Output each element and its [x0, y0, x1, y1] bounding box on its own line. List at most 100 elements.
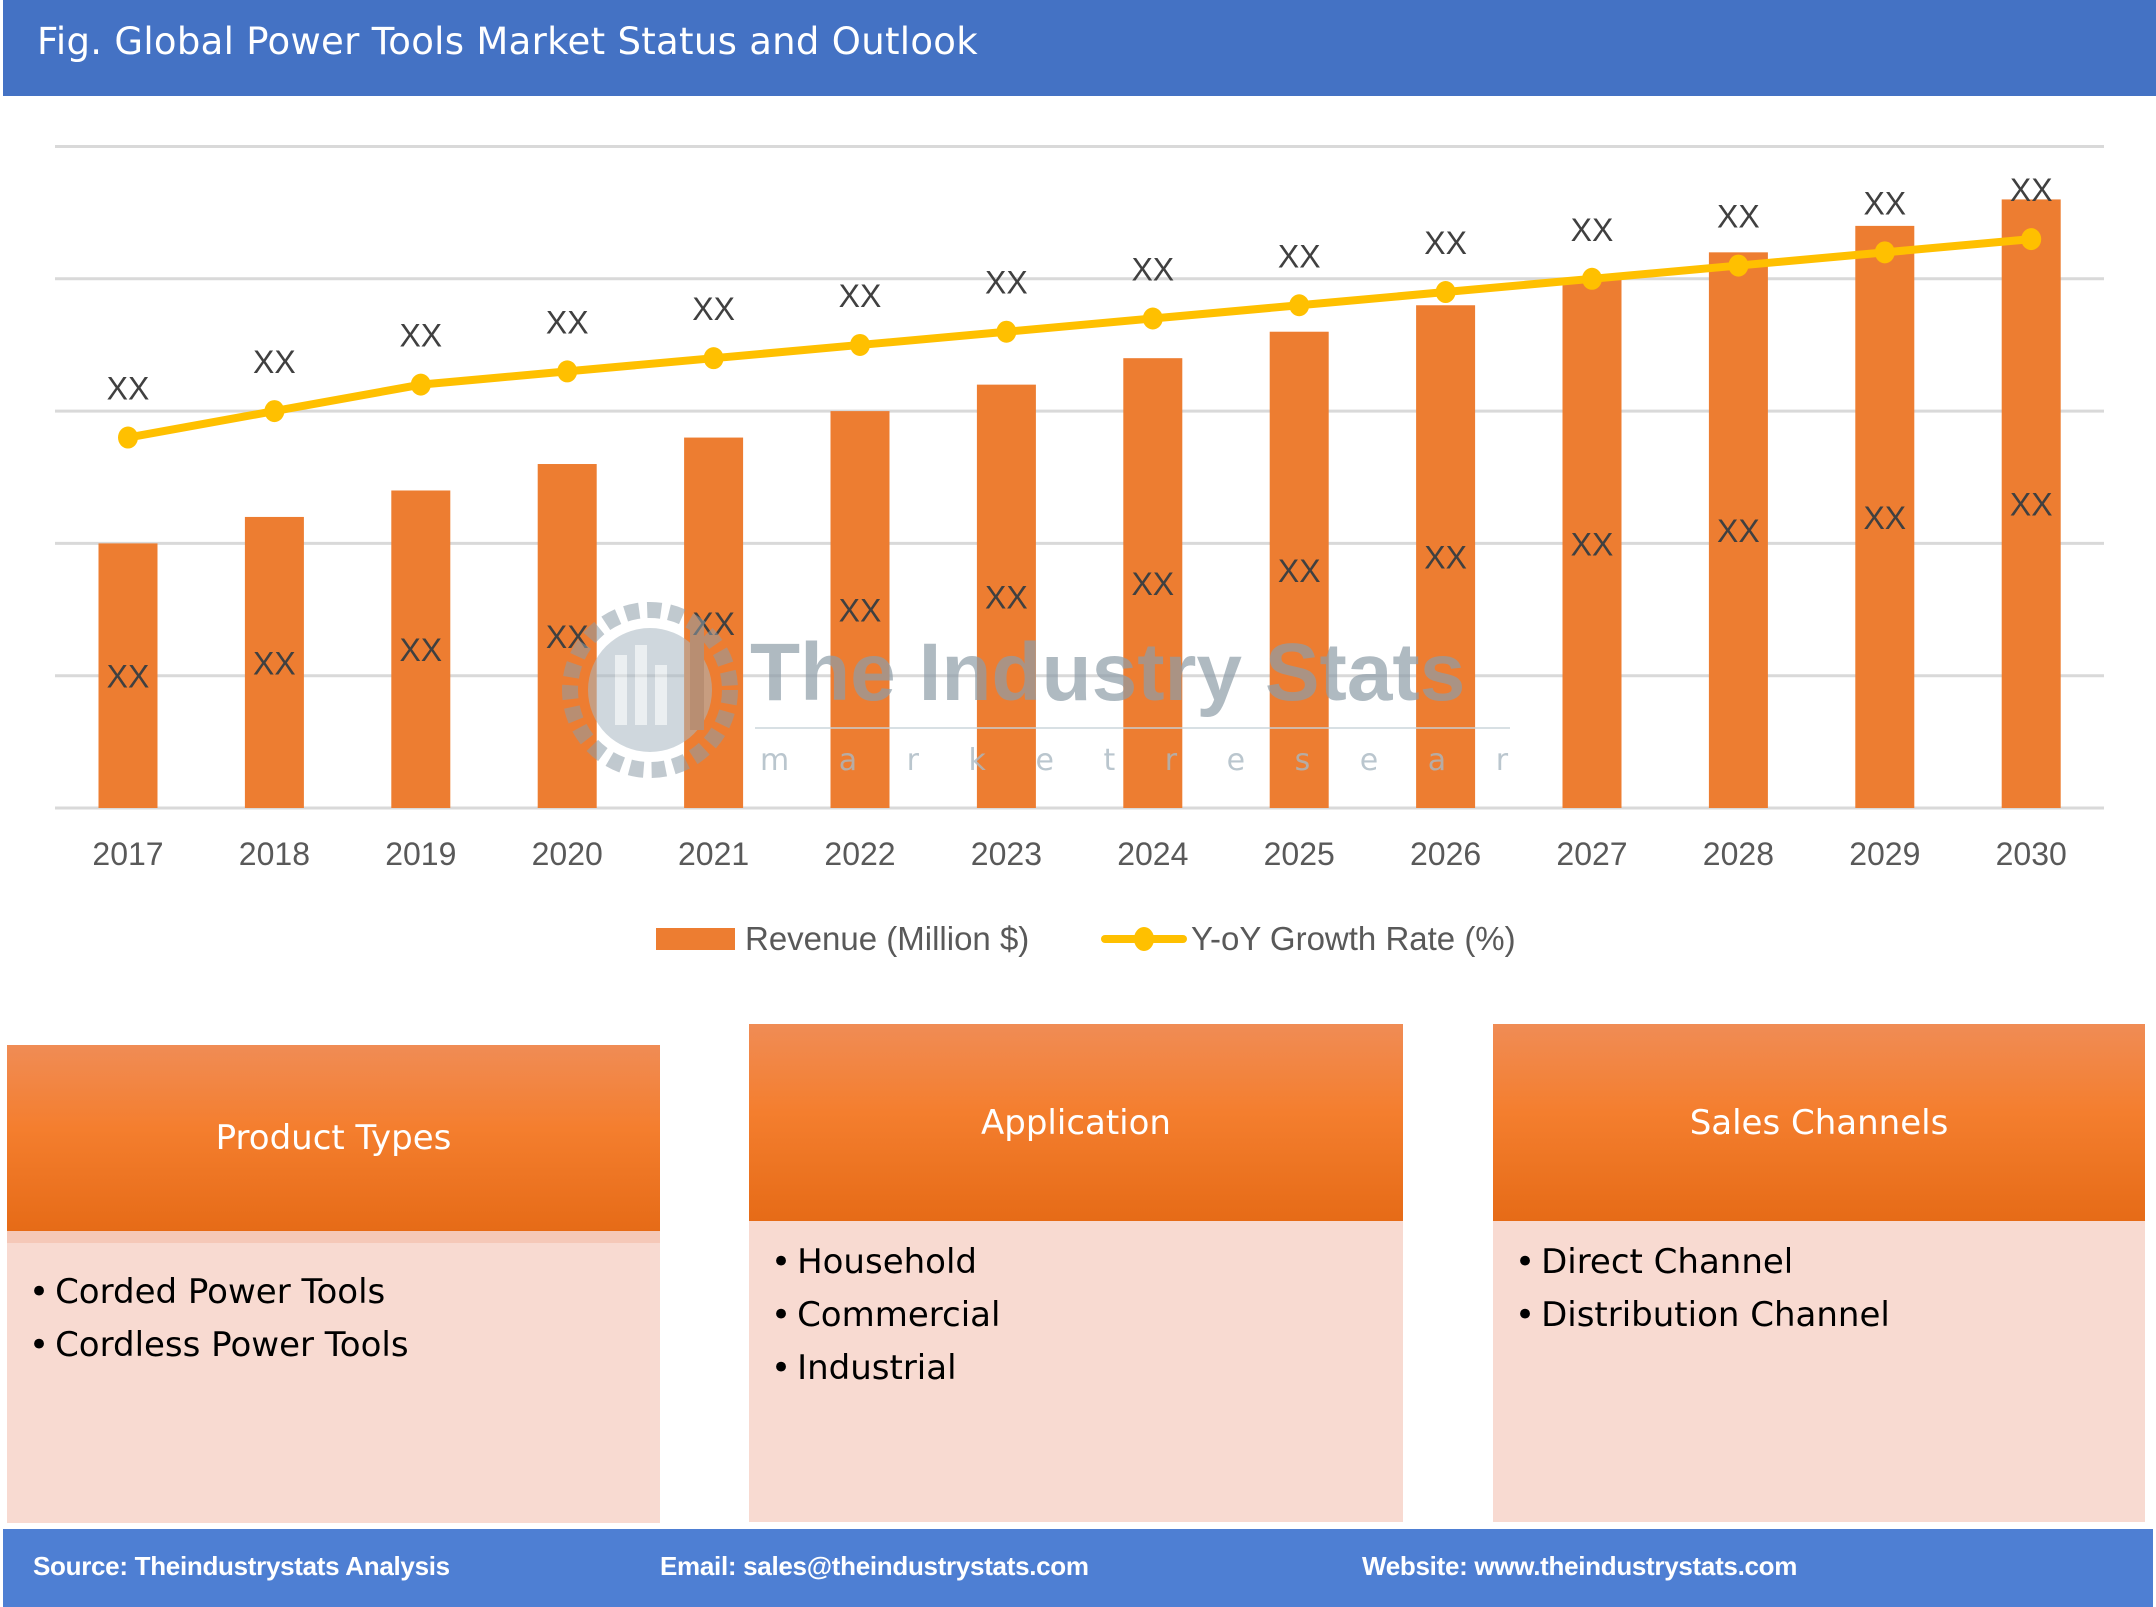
- segment-item-text: Industrial: [797, 1348, 957, 1388]
- x-tick-label: 2025: [1264, 836, 1335, 872]
- growth-point: [264, 400, 285, 423]
- legend-item-growth[interactable]: Y-oY Growth Rate (%): [1101, 920, 1516, 958]
- footer-bar: Source: Theindustrystats Analysis Email:…: [3, 1529, 2153, 1607]
- footer-source: Source: Theindustrystats Analysis: [33, 1551, 450, 1581]
- bar-data-label: XX: [692, 606, 735, 642]
- segment-item-text: Corded Power Tools: [55, 1272, 386, 1312]
- x-tick-label: 2030: [1996, 836, 2067, 872]
- revenue-bars: [98, 199, 2061, 809]
- segment-item-text: Household: [797, 1242, 977, 1282]
- segment-item-text: Commercial: [797, 1295, 1001, 1335]
- bar-data-label: XX: [253, 645, 296, 681]
- segment-item: • Distribution Channel: [1515, 1295, 1890, 1335]
- line-data-label: XX: [692, 291, 735, 327]
- line-data-label: XX: [1424, 225, 1467, 261]
- bar-swatch-icon: [656, 928, 735, 950]
- legend-label-growth: Y-oY Growth Rate (%): [1191, 920, 1516, 957]
- figure-title: Fig. Global Power Tools Market Status an…: [37, 20, 978, 63]
- growth-point: [118, 426, 138, 449]
- growth-point: [1435, 281, 1456, 304]
- x-tick-label: 2024: [1117, 836, 1188, 872]
- segment-header: Sales Channels: [1493, 1024, 2145, 1221]
- segment-product-types: Product Types • Corded Power Tools • Cordl…: [7, 1045, 660, 1523]
- growth-point: [1142, 307, 1163, 330]
- segment-divider: [7, 1231, 660, 1243]
- x-tick-label: 2029: [1849, 836, 1920, 872]
- bar-data-label: XX: [1863, 500, 1906, 536]
- segment-item: • Household: [771, 1242, 977, 1282]
- x-tick-label: 2021: [678, 836, 749, 872]
- growth-point: [1874, 241, 1895, 264]
- growth-point: [557, 360, 578, 383]
- bar-data-label: XX: [546, 619, 589, 655]
- bar-data-label: XX: [839, 593, 882, 629]
- segment-title: Sales Channels: [1689, 1102, 1949, 1143]
- segment-items: • Direct Channel • Distribution Channel: [1515, 1236, 1890, 1342]
- segment-application: Application • Household • Commercial • Indu…: [749, 1024, 1403, 1522]
- bar-data-label: XX: [1571, 526, 1614, 562]
- segment-items: • Household • Commercial • Industrial: [771, 1236, 1000, 1395]
- segment-item: • Cordless Power Tools: [29, 1325, 409, 1365]
- line-data-label: XX: [1717, 199, 1760, 235]
- bar-data-label: XX: [985, 579, 1028, 615]
- bar-data-label: XX: [1717, 513, 1760, 549]
- line-data-label: XX: [1131, 251, 1174, 287]
- segment-item-text: Distribution Channel: [1541, 1295, 1890, 1335]
- line-marker-swatch-icon: [1101, 924, 1187, 954]
- growth-point: [1289, 294, 1310, 317]
- growth-point: [850, 333, 870, 356]
- growth-point: [996, 320, 1017, 343]
- segment-item: • Direct Channel: [1515, 1242, 1794, 1282]
- line-data-label: XX: [1863, 185, 1906, 221]
- segment-item: • Corded Power Tools: [29, 1272, 386, 1312]
- x-tick-label: 2028: [1703, 836, 1774, 872]
- line-data-label: XX: [107, 371, 150, 407]
- x-axis-ticks: 2017 2018 2019 2020 2021 2022 2023 2024 2025 2026…: [92, 836, 2066, 872]
- growth-point: [703, 347, 724, 370]
- x-tick-label: 2026: [1410, 836, 1481, 872]
- footer-website[interactable]: Website: www.theindustrystats.com: [1362, 1551, 1797, 1582]
- segment-title: Product Types: [215, 1118, 452, 1158]
- segment-items: • Corded Power Tools • Cordless Power Tool…: [29, 1266, 409, 1372]
- bar-data-label: XX: [107, 659, 150, 695]
- line-data-label: XX: [2010, 172, 2053, 208]
- x-tick-label: 2017: [92, 836, 163, 872]
- line-data-label: XX: [546, 304, 589, 340]
- footer-email[interactable]: Email: sales@theindustrystats.com: [660, 1551, 1089, 1582]
- line-data-label: XX: [1571, 212, 1614, 248]
- bar-data-label: XX: [1278, 553, 1321, 589]
- figure-header: Fig. Global Power Tools Market Status an…: [3, 0, 2156, 96]
- x-tick-label: 2022: [824, 836, 895, 872]
- bar-data-label: XX: [399, 632, 442, 668]
- segment-item-text: Direct Channel: [1541, 1242, 1794, 1282]
- gridlines: [55, 145, 2104, 810]
- bar-data-label: XX: [1131, 566, 1174, 602]
- x-tick-label: 2027: [1556, 836, 1627, 872]
- segment-item-text: Cordless Power Tools: [55, 1325, 409, 1365]
- legend-label-revenue: Revenue (Million $): [745, 920, 1030, 957]
- x-tick-label: 2019: [385, 836, 456, 872]
- line-data-label: XX: [399, 318, 442, 354]
- bar-data-label: XX: [2010, 487, 2053, 523]
- growth-point: [1728, 254, 1749, 277]
- segment-item: • Commercial: [771, 1295, 1001, 1335]
- x-tick-label: 2023: [971, 836, 1042, 872]
- growth-point: [2021, 228, 2042, 251]
- segment-title: Application: [981, 1102, 1171, 1143]
- x-tick-label: 2018: [239, 836, 310, 872]
- chart-legend: Revenue (Million $) Y-oY Growth Rate (%): [0, 920, 2156, 964]
- segment-sales-channels: Sales Channels • Direct Channel • Distribu…: [1493, 1024, 2145, 1522]
- line-data-label: XX: [985, 265, 1028, 301]
- segment-header: Application: [749, 1024, 1403, 1221]
- line-data-label: XX: [1278, 238, 1321, 274]
- legend-item-revenue[interactable]: Revenue (Million $): [656, 920, 1029, 958]
- line-data-label: XX: [253, 344, 296, 380]
- market-chart: XX XX XX XX XX XX XX XX XX XX XX XX XX XX XX XX XX XX XX X…: [55, 145, 2104, 872]
- x-tick-label: 2020: [532, 836, 603, 872]
- line-data-label: XX: [839, 278, 882, 314]
- bar-data-label: XX: [1424, 540, 1467, 576]
- segment-header: Product Types: [7, 1045, 660, 1231]
- segment-item: • Industrial: [771, 1348, 957, 1388]
- growth-point: [1582, 267, 1602, 290]
- growth-point: [410, 373, 431, 396]
